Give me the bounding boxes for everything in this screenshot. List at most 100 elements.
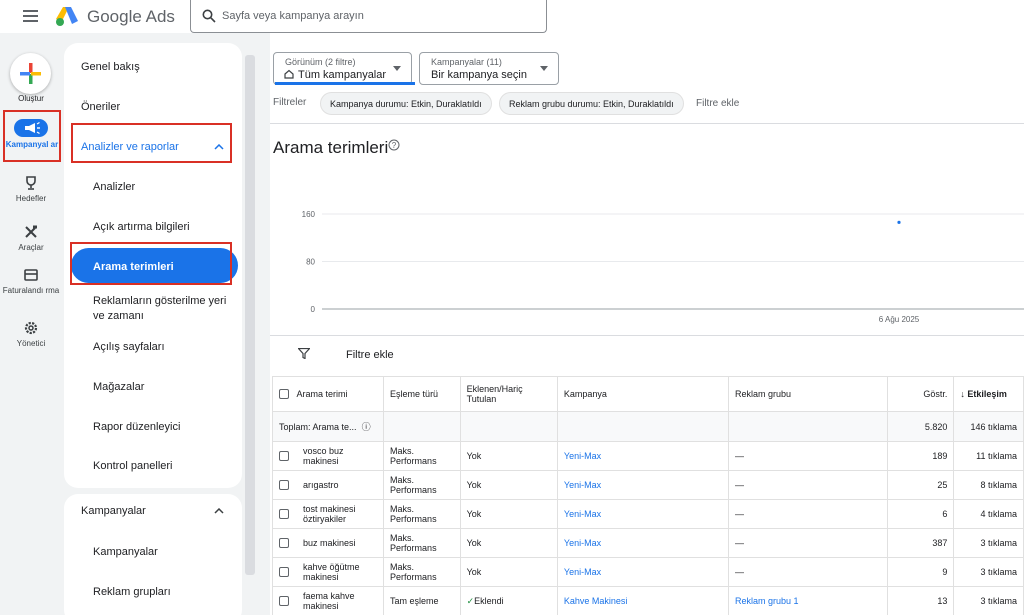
term-cell: kahve öğütme makinesi <box>271 557 385 587</box>
match-cell: Maks. Performans <box>383 528 461 558</box>
page-title: Arama terimleri <box>273 138 389 157</box>
select-all-checkbox[interactable] <box>279 389 289 400</box>
table-add-filter[interactable]: Filtre ekle <box>346 349 394 361</box>
menu-icon[interactable] <box>23 10 38 22</box>
tools-rail-button[interactable]: Araçlar <box>0 224 62 252</box>
table-row[interactable]: faema kahve makinesi Tam eşleme ✓Eklendi Ka… <box>271 586 1024 615</box>
nav-sub-report-editor[interactable]: Rapor düzenleyici <box>93 420 180 435</box>
campaign-dropdown-caption: Kampanyalar (11) <box>431 57 502 67</box>
goals-rail-label: Hedefler <box>15 194 47 203</box>
filter-chip-adgroup-status[interactable]: Reklam grubu durumu: Etkin, Duraklatıldı <box>499 92 684 115</box>
nav-campaigns-section[interactable]: Kampanyalar <box>81 505 146 517</box>
total-label: Toplam: Arama te... ⓘ <box>271 411 385 442</box>
header-impressions[interactable]: Göstr. <box>887 376 955 412</box>
adgroup-cell: — <box>728 441 889 471</box>
header-search-term[interactable]: Arama terimi <box>271 376 385 412</box>
row-checkbox[interactable] <box>279 596 289 606</box>
row-checkbox[interactable] <box>279 538 289 549</box>
header-campaign[interactable]: Kampanya <box>556 376 730 412</box>
added-cell: Yok <box>459 499 558 529</box>
filter-chip-campaign-status[interactable]: Kampanya durumu: Etkin, Duraklatıldı <box>320 92 492 115</box>
nav-sub-stores[interactable]: Mağazalar <box>93 380 144 395</box>
goals-rail-button[interactable]: Hedefler <box>0 175 62 203</box>
line-chart: 160 80 0 6 Ağu 2025 <box>302 210 1024 324</box>
total-impressions: 5.820 <box>887 411 955 442</box>
campaign-link[interactable]: Yeni-Max <box>556 499 730 529</box>
help-icon[interactable]: ⓘ <box>362 422 371 432</box>
credit-card-icon <box>24 269 38 281</box>
nav-overview[interactable]: Genel bakış <box>81 61 140 73</box>
filters-label: Filtreler <box>273 97 307 108</box>
term-cell: tost makinesi öztiryakiler <box>271 499 385 529</box>
impressions-cell: 387 <box>887 528 955 558</box>
header-interactions[interactable]: ↓ Etkileşim <box>953 376 1024 412</box>
chevron-up-icon[interactable] <box>214 144 224 150</box>
nav-sub-auction[interactable]: Açık artırma bilgileri <box>93 220 190 235</box>
campaign-link[interactable]: Yeni-Max <box>556 557 730 587</box>
nav-sub-ad-groups[interactable]: Reklam grupları <box>93 585 171 600</box>
data-point[interactable] <box>897 220 901 224</box>
interactions-cell: 3 tıklama <box>953 586 1024 615</box>
nav-sub-dashboards[interactable]: Kontrol panelleri <box>93 459 173 474</box>
campaigns-rail-label: Kampanyal ar <box>5 140 59 149</box>
nav-sub-landing[interactable]: Açılış sayfaları <box>93 340 165 355</box>
nav-recommendations[interactable]: Öneriler <box>81 101 120 113</box>
campaign-dropdown[interactable]: Kampanyalar (11) Bir kampanya seçin <box>419 52 559 85</box>
header-ad-group[interactable]: Reklam grubu <box>728 376 889 412</box>
added-cell: Yok <box>459 441 558 471</box>
campaign-link[interactable]: Yeni-Max <box>556 528 730 558</box>
table-row[interactable]: arıgastro Maks. Performans Yok Yeni-Max —25 8… <box>271 470 1024 500</box>
plus-icon <box>20 63 41 84</box>
billing-rail-label: Faturalandı rma <box>2 286 60 295</box>
create-button[interactable] <box>10 53 51 94</box>
added-cell: ✓Eklendi <box>459 586 558 615</box>
gear-icon <box>24 321 38 335</box>
tools-icon <box>25 225 37 238</box>
row-checkbox[interactable] <box>279 509 289 519</box>
billing-rail-button[interactable]: Faturalandı rma <box>0 267 62 295</box>
row-checkbox[interactable] <box>279 451 289 461</box>
view-dropdown[interactable]: Görünüm (2 filtre) Tüm kampanyalar <box>273 52 415 85</box>
admin-rail-button[interactable]: Yönetici <box>0 320 62 348</box>
nav-sub-where-when[interactable]: Reklamların gösterilme yeri ve zamanı <box>93 294 233 324</box>
table-row[interactable]: vosco buz makinesi Maks. Performans Yok Yen… <box>271 441 1024 471</box>
add-filter-link[interactable]: Filtre ekle <box>696 98 739 109</box>
top-bar: Google Ads Sayfa veya kampanya arayın <box>0 0 1024 33</box>
match-cell: Maks. Performans <box>383 499 461 529</box>
nav-sub-campaigns[interactable]: Kampanyalar <box>93 545 158 560</box>
nav-insights-reports[interactable]: Analizler ve raporlar <box>81 141 179 153</box>
interactions-cell: 3 tıklama <box>953 528 1024 558</box>
match-cell: Tam eşleme <box>383 586 461 615</box>
y-tick-label: 0 <box>311 305 316 314</box>
impressions-cell: 25 <box>887 470 955 500</box>
row-checkbox[interactable] <box>279 567 289 577</box>
term-cell: vosco buz makinesi <box>271 441 385 471</box>
filter-icon[interactable] <box>298 348 310 359</box>
help-icon[interactable]: ? <box>388 139 400 151</box>
campaign-link[interactable]: Kahve Makinesi <box>556 586 730 615</box>
home-icon <box>284 69 294 79</box>
campaign-link[interactable]: Yeni-Max <box>556 441 730 471</box>
adgroup-cell[interactable]: Reklam grubu 1 <box>728 586 889 615</box>
view-dropdown-caption: Görünüm (2 filtre) <box>285 57 356 67</box>
row-checkbox[interactable] <box>279 480 289 491</box>
chevron-up-icon[interactable] <box>214 508 224 514</box>
campaigns-rail-button[interactable] <box>14 119 48 137</box>
table-row[interactable]: tost makinesi öztiryakiler Maks. Performa… <box>271 499 1024 529</box>
nav-sub-search-terms[interactable]: Arama terimleri <box>93 261 174 273</box>
divider <box>270 123 1024 124</box>
header-added-excluded[interactable]: Eklenen/Hariç Tutulan <box>459 376 558 412</box>
interactions-cell: 8 tıklama <box>953 470 1024 500</box>
table-row[interactable]: buz makinesi Maks. Performans Yok Yeni-Max —… <box>271 528 1024 558</box>
google-ads-logo <box>56 7 78 26</box>
table-row[interactable]: kahve öğütme makinesi Maks. Performans Yok… <box>271 557 1024 587</box>
search-input[interactable]: Sayfa veya kampanya arayın <box>190 0 547 33</box>
header-match-type[interactable]: Eşleme türü <box>383 376 461 412</box>
added-cell: Yok <box>459 470 558 500</box>
nav-sub-insights[interactable]: Analizler <box>93 180 135 195</box>
admin-rail-label: Yönetici <box>16 339 46 348</box>
nav-scrollbar[interactable] <box>245 55 255 575</box>
match-cell: Maks. Performans <box>383 470 461 500</box>
campaign-link[interactable]: Yeni-Max <box>556 470 730 500</box>
search-icon <box>202 9 216 23</box>
